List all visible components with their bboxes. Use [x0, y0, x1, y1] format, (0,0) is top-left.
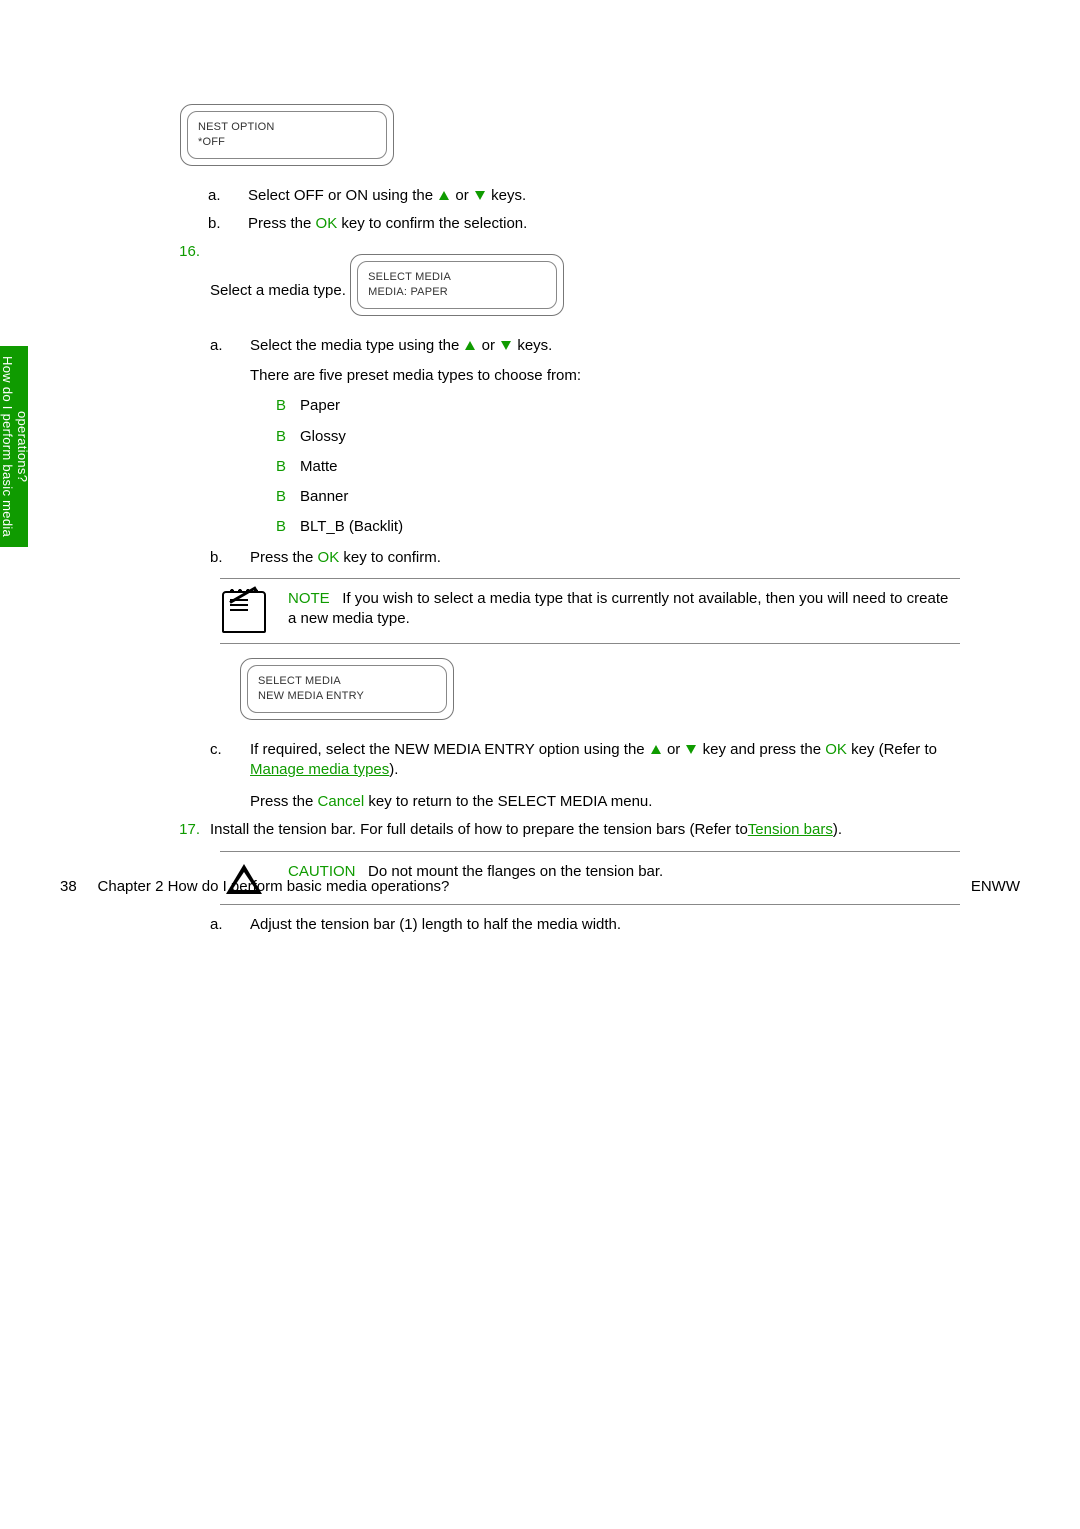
lcd-display-select-media: SELECT MEDIA MEDIA: PAPER — [350, 254, 564, 316]
step-b-press-ok: b. Press the OK key to confirm the selec… — [208, 214, 960, 234]
up-arrow-icon — [439, 191, 449, 200]
display-line: MEDIA: PAPER — [368, 285, 546, 300]
note-label: NOTE — [288, 590, 330, 607]
media-types-intro: There are five preset media types to cho… — [250, 366, 960, 386]
ok-key-label: OK — [318, 549, 340, 566]
step-16a: a. Select the media type using the or ke… — [210, 336, 960, 538]
note-text: If you wish to select a media type that … — [288, 590, 948, 627]
ok-key-label: OK — [316, 215, 338, 232]
manage-media-types-link[interactable]: Manage media types — [250, 761, 389, 778]
media-type-backlit: BLT_B (Backlit) — [250, 517, 960, 537]
up-arrow-icon — [651, 745, 661, 754]
display-line: *OFF — [198, 135, 376, 150]
ok-key-label: OK — [825, 741, 847, 758]
down-arrow-icon — [475, 191, 485, 200]
display-line: SELECT MEDIA — [368, 270, 546, 285]
media-type-paper: Paper — [250, 396, 960, 416]
down-arrow-icon — [501, 341, 511, 350]
step-17a: a. Adjust the tension bar (1) length to … — [210, 915, 960, 935]
lcd-display-nest: NEST OPTION *OFF — [180, 104, 394, 166]
step-a-select-off-on: a. Select OFF or ON using the or keys. — [208, 186, 960, 206]
display-line: NEST OPTION — [198, 120, 376, 135]
page-content: NEST OPTION *OFF a. Select OFF or ON usi… — [0, 0, 1080, 935]
display-line: NEW MEDIA ENTRY — [258, 689, 436, 704]
page-footer: 38 Chapter 2 How do I perform basic medi… — [60, 878, 1020, 895]
step-16b: b. Press the OK key to confirm. — [210, 548, 960, 568]
chapter-side-tab: How do I perform basic media operations? — [0, 346, 28, 547]
note-callout: NOTE If you wish to select a media type … — [220, 578, 960, 644]
media-type-banner: Banner — [250, 487, 960, 507]
tension-bars-link[interactable]: Tension bars — [748, 821, 833, 838]
cancel-key-label: Cancel — [318, 793, 365, 810]
media-type-matte: Matte — [250, 457, 960, 477]
page-number: 38 — [60, 878, 77, 895]
display-line: SELECT MEDIA — [258, 674, 436, 689]
down-arrow-icon — [686, 745, 696, 754]
footer-right: ENWW — [971, 878, 1020, 895]
chapter-title: Chapter 2 How do I perform basic media o… — [98, 878, 450, 895]
note-icon — [222, 591, 266, 633]
media-type-glossy: Glossy — [250, 427, 960, 447]
lcd-display-new-media: SELECT MEDIA NEW MEDIA ENTRY — [240, 658, 454, 720]
up-arrow-icon — [465, 341, 475, 350]
step-16c: c. If required, select the NEW MEDIA ENT… — [210, 740, 960, 813]
step-16: 16. Select a media type. SELECT MEDIA ME… — [170, 242, 960, 812]
